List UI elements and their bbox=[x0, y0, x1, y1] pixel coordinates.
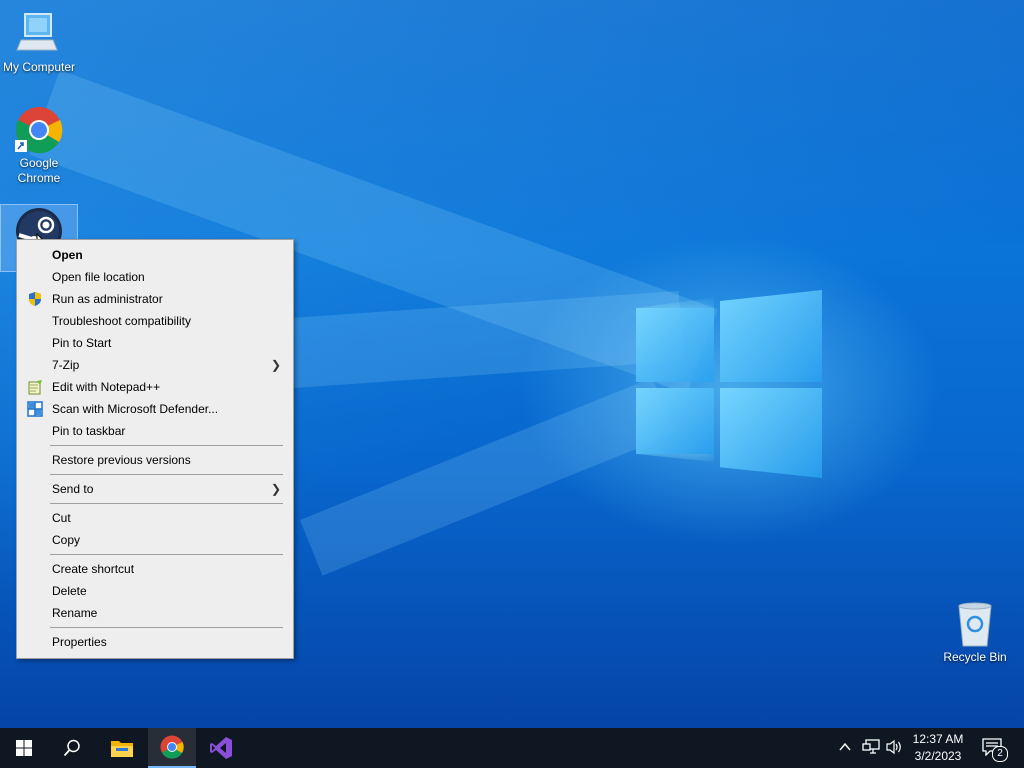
volume-icon bbox=[886, 739, 901, 755]
clock-time: 12:37 AM bbox=[912, 732, 964, 746]
taskbar-file-explorer[interactable] bbox=[98, 728, 146, 768]
menu-item-properties[interactable]: Properties bbox=[19, 631, 291, 653]
menu-item-pin-to-taskbar[interactable]: Pin to taskbar bbox=[19, 420, 291, 442]
menu-separator bbox=[50, 503, 283, 504]
chrome-icon bbox=[160, 735, 184, 759]
action-center-button[interactable]: 2 bbox=[982, 738, 1008, 762]
menu-separator bbox=[50, 474, 283, 475]
light-beam bbox=[300, 377, 675, 576]
start-button[interactable] bbox=[0, 728, 48, 768]
menu-item-edit-with-notepad-plus-plus[interactable]: Edit with Notepad++ bbox=[19, 376, 291, 398]
menu-item-delete[interactable]: Delete bbox=[19, 580, 291, 602]
menu-item-pin-to-start[interactable]: Pin to Start bbox=[19, 332, 291, 354]
clock[interactable]: 12:37 AM 3/2/2023 bbox=[904, 731, 972, 765]
menu-item-troubleshoot-compatibility[interactable]: Troubleshoot compatibility bbox=[19, 310, 291, 332]
menu-item-cut[interactable]: Cut bbox=[19, 507, 291, 529]
desktop-icon-recycle-bin[interactable]: Recycle Bin bbox=[936, 600, 1014, 665]
desktop-icon-label: Google bbox=[19, 156, 59, 170]
menu-item-label: Restore previous versions bbox=[52, 453, 191, 467]
menu-item-run-as-administrator[interactable]: Run as administrator bbox=[19, 288, 291, 310]
defender-icon bbox=[27, 401, 43, 417]
computer-icon bbox=[15, 10, 63, 58]
file-explorer-icon bbox=[111, 741, 133, 757]
taskbar-google-chrome[interactable] bbox=[148, 728, 196, 768]
visual-studio-icon bbox=[210, 737, 232, 759]
chrome-icon bbox=[15, 106, 63, 154]
desktop-icon-label: Recycle Bin bbox=[943, 650, 1007, 664]
menu-item-label: Create shortcut bbox=[52, 562, 135, 576]
desktop-icon-my-computer[interactable]: My Computer bbox=[0, 10, 78, 75]
menu-item-label: Troubleshoot compatibility bbox=[52, 314, 191, 328]
menu-item-label: Edit with Notepad++ bbox=[52, 380, 161, 394]
clock-date: 3/2/2023 bbox=[914, 749, 962, 763]
network-icon bbox=[862, 739, 880, 754]
notification-count-badge: 2 bbox=[992, 746, 1008, 762]
windows-logo-wallpaper bbox=[636, 290, 824, 480]
submenu-arrow-icon: ❯ bbox=[270, 482, 281, 496]
menu-item-label: Properties bbox=[52, 635, 107, 649]
menu-item-rename[interactable]: Rename bbox=[19, 602, 291, 624]
logo-pane bbox=[720, 290, 822, 382]
menu-item-label: Open bbox=[52, 248, 83, 262]
menu-item-label: Scan with Microsoft Defender... bbox=[52, 402, 219, 416]
menu-item-label: 7-Zip bbox=[52, 358, 80, 372]
menu-item-label: Cut bbox=[52, 511, 71, 525]
menu-item-open[interactable]: Open bbox=[19, 244, 291, 266]
menu-item-label: Pin to taskbar bbox=[52, 424, 126, 438]
menu-item-label: Send to bbox=[52, 482, 94, 496]
uac-shield-icon bbox=[27, 291, 43, 307]
menu-item-copy[interactable]: Copy bbox=[19, 529, 291, 551]
start-icon bbox=[16, 740, 32, 756]
menu-item-label: Delete bbox=[52, 584, 87, 598]
menu-item-scan-with-microsoft-defender[interactable]: Scan with Microsoft Defender... bbox=[19, 398, 291, 420]
chevron-up-icon bbox=[839, 742, 851, 751]
show-hidden-icons-button[interactable] bbox=[838, 740, 852, 757]
menu-item-label: Open file location bbox=[52, 270, 145, 284]
taskbar-visual-studio[interactable] bbox=[197, 728, 245, 768]
taskbar: 12:37 AM 3/2/2023 2 bbox=[0, 728, 1024, 768]
network-status-button[interactable] bbox=[862, 739, 880, 758]
volume-button[interactable] bbox=[886, 739, 904, 758]
notepad-plus-plus-icon bbox=[27, 379, 43, 395]
desktop-icon-google-chrome[interactable]: Google Chrome bbox=[0, 106, 78, 186]
context-menu: Open Open file location Run as administr… bbox=[16, 239, 294, 659]
desktop-icon-label-line2: Chrome bbox=[17, 171, 61, 185]
desktop-icon-label: My Computer bbox=[2, 60, 76, 74]
menu-separator bbox=[50, 554, 283, 555]
search-button[interactable] bbox=[48, 728, 96, 768]
menu-separator bbox=[50, 627, 283, 628]
logo-pane bbox=[636, 388, 714, 454]
menu-item-label: Run as administrator bbox=[52, 292, 163, 306]
desktop-background[interactable]: My Computer Google Chrome Recycle Bin Op… bbox=[0, 0, 1024, 728]
logo-pane bbox=[720, 388, 822, 478]
menu-separator bbox=[50, 445, 283, 446]
menu-item-open-file-location[interactable]: Open file location bbox=[19, 266, 291, 288]
submenu-arrow-icon: ❯ bbox=[270, 358, 281, 372]
logo-pane bbox=[636, 308, 714, 382]
menu-item-create-shortcut[interactable]: Create shortcut bbox=[19, 558, 291, 580]
menu-item-send-to[interactable]: Send to ❯ bbox=[19, 478, 291, 500]
menu-item-label: Copy bbox=[52, 533, 81, 547]
menu-item-7-zip[interactable]: 7-Zip ❯ bbox=[19, 354, 291, 376]
menu-item-label: Pin to Start bbox=[52, 336, 112, 350]
recycle-bin-icon bbox=[951, 600, 999, 648]
menu-item-label: Rename bbox=[52, 606, 98, 620]
menu-item-restore-previous-versions[interactable]: Restore previous versions bbox=[19, 449, 291, 471]
search-icon bbox=[63, 739, 80, 757]
